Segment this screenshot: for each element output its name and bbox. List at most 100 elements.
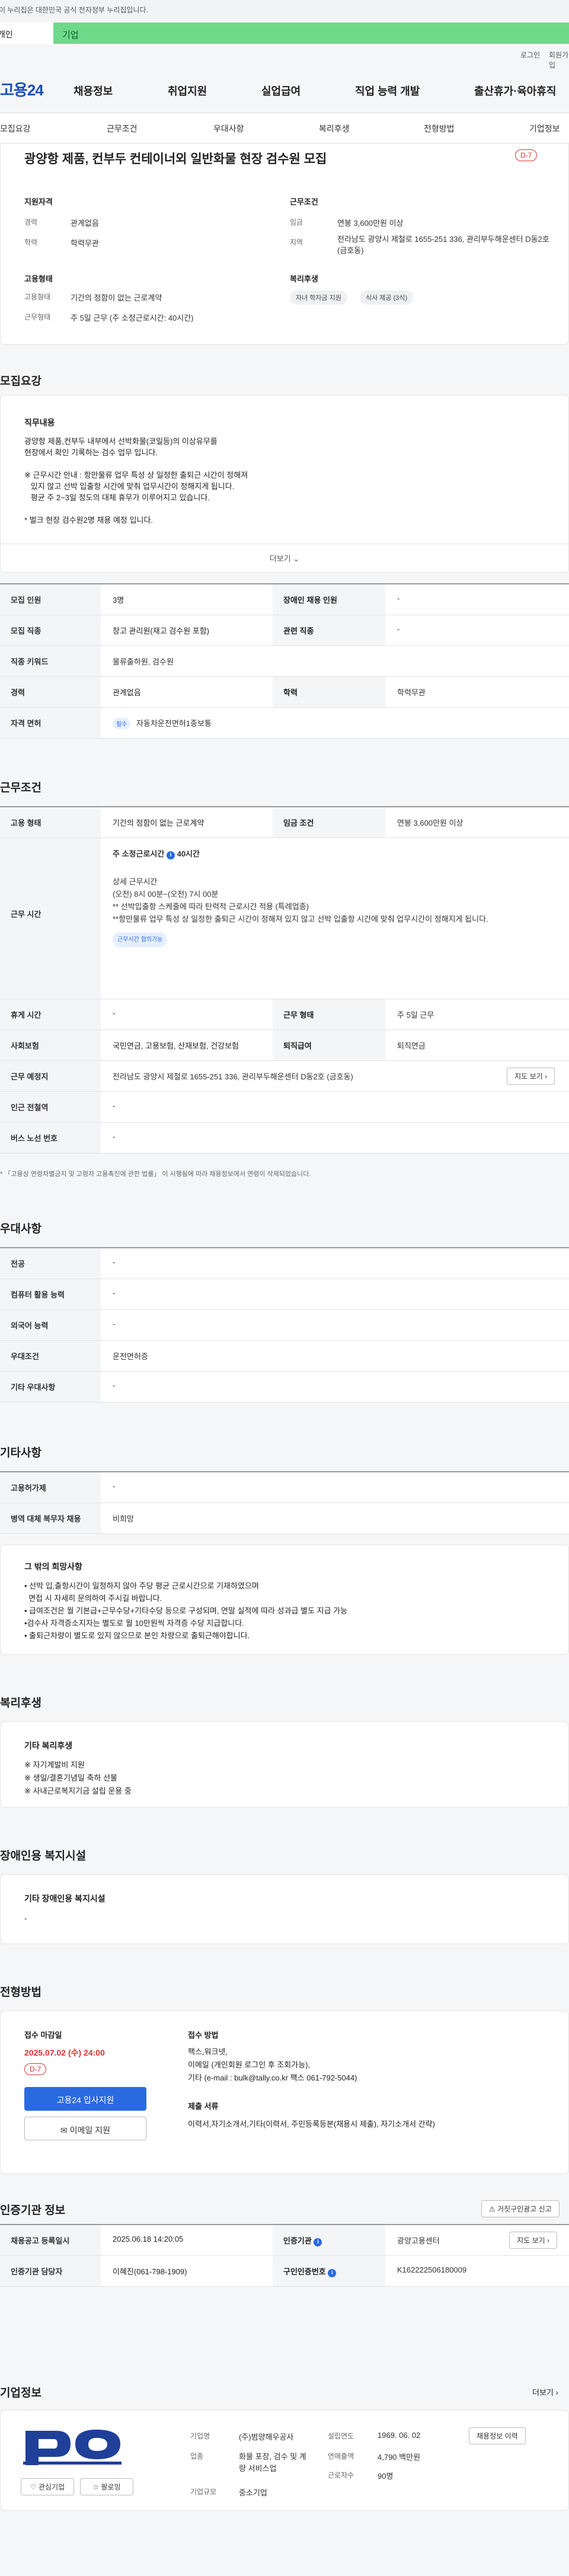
secnav-recruit[interactable]: 모집요강 (0, 123, 31, 135)
text-line (24, 458, 248, 469)
cell-value: 국민연금, 고용보험, 산재보험, 건강보험 (113, 1041, 239, 1050)
hiring-history-button[interactable]: 채용정보 이력 (469, 2427, 526, 2444)
secnav-conditions[interactable]: 근무조건 (107, 123, 138, 135)
career-value: 관계없음 (71, 219, 99, 228)
favorite-button[interactable]: ♡ 관심기업 (21, 2478, 74, 2495)
deadline-label: 접수 마감일 (24, 2031, 62, 2040)
nav-training[interactable]: 직업 능력 개발 (355, 83, 420, 98)
duty-title: 직무내용 (24, 418, 55, 427)
info-icon[interactable]: i (328, 2269, 337, 2277)
nav-jobs[interactable]: 채용정보 (73, 83, 113, 98)
report-button[interactable]: ⚠ 거짓구인광고 신고 (481, 2200, 560, 2217)
map-button-label: 지도 보기 (517, 2236, 545, 2245)
cert-no-label: 구인인증번호 (283, 2267, 326, 2276)
signup-link[interactable]: 회원가입 (549, 50, 569, 70)
follow-button[interactable]: ☆ 팔로잉 (80, 2478, 133, 2495)
welfare-box-title: 기타 복리후생 (24, 1741, 73, 1750)
company-emp-label: 근로자수 (328, 2471, 354, 2479)
method-value: 팩스,워크넷, 이메일 (개인회원 로그인 후 조회가능), 기타 (e-mail … (188, 2046, 357, 2085)
cell-value: - (113, 1101, 116, 1110)
cell-label: 인근 전철역 (0, 1092, 101, 1122)
info-icon[interactable]: i (166, 851, 175, 859)
info-icon[interactable]: i (314, 2238, 322, 2246)
chevron-down-icon: ⌄ (293, 554, 300, 563)
license-value: 자동차운전면허1종보통 (136, 719, 212, 728)
nav-leave[interactable]: 출산휴가·육아휴직 (474, 83, 556, 98)
report-label: 거짓구인광고 신고 (497, 2205, 552, 2213)
welfare-box: 기타 복리후생 ※ 자기계발비 지원 ※ 생일/결혼기념일 축하 선물 ※ 사내근로… (0, 1721, 569, 1808)
secnav-company[interactable]: 기업정보 (529, 123, 560, 135)
section-title-registrant: 인증기관 정보 (0, 2204, 66, 2217)
cell-label: 관련 직종 (273, 615, 385, 645)
heart-icon: ♡ (30, 2483, 37, 2491)
cell-label: 근무 시간 (0, 838, 101, 999)
recruit-table: 모집 인원 3명 장애인 채용 인원 - 모집 직종 창고 관리원(재고 검수원 포함)… (0, 583, 569, 739)
tab-personal-label: 개인 (0, 30, 13, 39)
section-title-company: 기업정보 (0, 2387, 41, 2399)
text-line: 이메일 (개인회원 로그인 후 조회가능), (188, 2060, 311, 2069)
login-link[interactable]: 로그인 (520, 50, 540, 60)
site-logo[interactable]: 고용24 (0, 78, 44, 100)
cell-label: 근무 예정지 (0, 1061, 101, 1091)
extra-table: 고용허가제 - 병역 대체 복무자 채용 비희망 (0, 1471, 569, 1534)
company-card: ♡ 관심기업 ☆ 팔로잉 기업명 (주)범양해우공사 업종 화물 포장, 검수 … (0, 2410, 569, 2511)
section-title-recruit: 모집요강 (0, 375, 41, 388)
cell-label: 모집 인원 (0, 584, 101, 615)
cell-value: 필수 자동차운전면허1종보통 (101, 708, 569, 738)
required-tag: 필수 (113, 718, 131, 729)
email-apply-button[interactable]: ✉ 이메일 지원 (24, 2117, 146, 2140)
cell-value: 운전면허증 (113, 1352, 148, 1361)
cell-label: 전공 (0, 1248, 101, 1279)
work-time-cell: 주 소정근로시간 i 40시간 상세 근무시간 (오전) 8시 00분~(오전)… (101, 838, 569, 999)
map-button-label: 지도 보기 (514, 1072, 543, 1081)
cell-value: 물류출하원, 검수원 (113, 657, 174, 666)
cell-label: 사회보험 (0, 1030, 101, 1060)
more-label: 더보기 (269, 554, 291, 563)
extra-box: 그 밖의 희망사항 • 선박 입,출항시간이 일정하지 않아 주당 평균 근로시… (0, 1545, 569, 1655)
map-button[interactable]: 지도 보기 › (507, 1068, 555, 1085)
cell-label: 병역 대체 복무자 채용 (0, 1503, 101, 1533)
apply-button[interactable]: 고용24 입사지원 (24, 2087, 146, 2111)
weekly-value: 40시간 (177, 849, 200, 858)
section-title-extra: 기타사항 (0, 1447, 41, 1459)
cell-value: 주 5일 근무 (397, 1011, 434, 1019)
cell-label: 채용공고 등록일시 (0, 2225, 101, 2255)
region-value: 전라남도 광양시 제철로 1655-251 336, 관리부두해운센터 D동2호… (337, 235, 549, 255)
cell-value: - (113, 1258, 116, 1267)
cell-label: 컴퓨터 활용 능력 (0, 1279, 101, 1309)
company-emp: 90명 (378, 2472, 394, 2481)
cond-heading: 근무조건 (290, 197, 318, 206)
cell-label: 고용허가제 (0, 1472, 101, 1503)
secnav-preference[interactable]: 우대사항 (213, 123, 244, 135)
company-more-link[interactable]: 더보기 › (532, 2386, 558, 2398)
job-title: 광양항 제품, 컨부두 컨테이너외 일반화물 현장 검수원 모집 (24, 152, 327, 166)
edu-label: 학력 (24, 238, 38, 247)
company-biz: 화물 포장, 검수 및 계량 서비스업 (239, 2452, 306, 2473)
map-button[interactable]: 지도 보기 › (509, 2232, 557, 2249)
more-button[interactable]: 더보기 ⌄ (1, 544, 568, 572)
nav-employment-support[interactable]: 취업지원 (168, 83, 207, 98)
text-line: 광양항 제품,컨부두 내부에서 선박화물(코일등)의 이상유무를 (24, 437, 218, 446)
company-biz-label: 업종 (190, 2452, 204, 2460)
hours-value: 주 5일 근무 (주 소정근로시간: 40시간) (71, 314, 194, 322)
cell-label: 근무 형태 (273, 999, 385, 1030)
tab-corporate[interactable]: 기업 (62, 28, 79, 41)
cell-value: 이혜진(061-798-1909) (113, 2267, 187, 2276)
secnav-welfare[interactable]: 복리후생 (319, 123, 350, 135)
section-title-welfare: 복리후생 (0, 1697, 41, 1709)
deadline-value: 2025.07.02 (수) 24:00 (24, 2048, 105, 2057)
cell-value: 창고 관리원(재고 검수원 포함) (113, 627, 210, 635)
nav-unemployment[interactable]: 실업급여 (261, 83, 301, 98)
company-more-label: 더보기 (532, 2388, 554, 2397)
secnav-process[interactable]: 전형방법 (424, 123, 455, 135)
age-note-text: 「고용상 연령차별금지 및 고령자 고용촉진에 관한 법률」 이 시행됨에 따라… (4, 1171, 311, 1178)
text-line: ※ 사내근로복지기금 설립 운용 중 (24, 1786, 132, 1795)
edu-value: 학력무관 (71, 239, 99, 248)
text-line: ※ 생일/결혼기념일 축하 선물 (24, 1773, 117, 1782)
cell-label: 인증기관 담당자 (0, 2256, 101, 2286)
text-line: ※ 근무시간 안내 : 항만물류 업무 특성 상 일정한 출퇴근 시간이 정해져 (24, 471, 248, 480)
qual-heading: 지원자격 (24, 197, 53, 206)
company-name-label: 기업명 (190, 2432, 210, 2440)
tab-personal[interactable]: 개인 (0, 23, 53, 44)
alert-icon: ⚠ (489, 2205, 496, 2213)
